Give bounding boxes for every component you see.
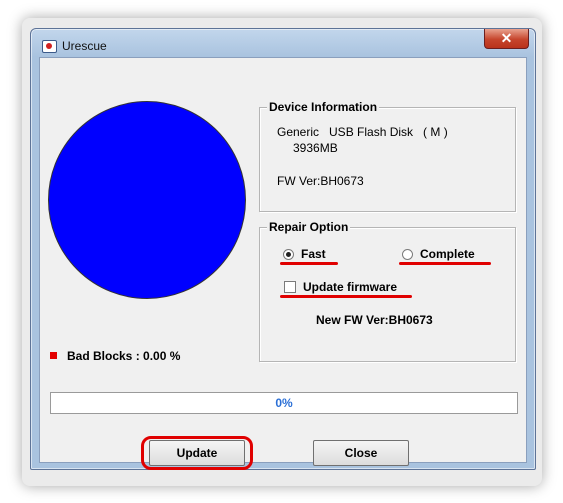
device-information-title: Device Information [267,100,380,114]
window-title: Urescue [62,39,107,53]
title-bar[interactable]: Urescue ✕ [31,29,535,57]
pie-chart-good-slice [48,101,246,299]
progress-bar: 0% [50,392,518,414]
fast-highlight-underline [280,262,338,265]
device-capacity: 3936MB [293,141,338,155]
update-firmware-checkbox[interactable] [284,281,296,293]
complete-radio[interactable] [402,249,413,260]
dialog-client-area: Bad Blocks : 0.00 % Device Information G… [39,57,527,470]
progress-percent: 0% [275,396,293,410]
update-firmware-label[interactable]: Update firmware [303,280,397,294]
complete-label[interactable]: Complete [420,247,475,261]
bad-blocks-label: Bad Blocks : 0.00 % [67,349,181,363]
close-button[interactable]: Close [313,440,409,466]
update-firmware-highlight-underline [280,295,412,298]
window-close-button[interactable]: ✕ [484,29,529,49]
fast-label[interactable]: Fast [301,247,326,261]
complete-highlight-underline [399,262,491,265]
device-name: Generic USB Flash Disk ( M ) [277,125,448,139]
device-fw-version: FW Ver:BH0673 [277,174,364,188]
fast-radio[interactable] [283,249,294,260]
repair-option-group: Repair Option Fast Complete Update firmw… [259,220,516,362]
update-button-highlight-ring [141,436,253,470]
urescue-window: Urescue ✕ Bad Blocks : 0.00 % Device Inf… [30,28,536,470]
device-information-group: Device Information Generic USB Flash Dis… [259,100,516,212]
new-fw-version: New FW Ver:BH0673 [316,313,433,327]
repair-option-title: Repair Option [267,220,351,234]
bad-blocks-swatch [50,352,57,359]
app-camera-icon[interactable] [42,40,57,53]
